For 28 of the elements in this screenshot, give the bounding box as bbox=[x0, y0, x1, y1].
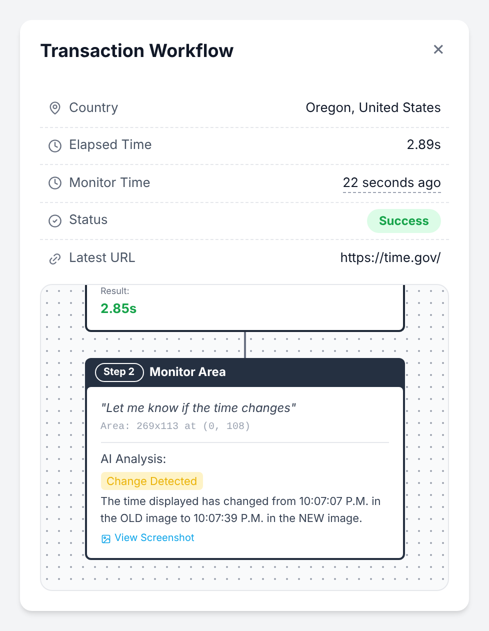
detail-label: Monitor Time bbox=[69, 174, 150, 192]
change-tag: Change Detected bbox=[100, 472, 204, 490]
detail-value: https://time.gov/ bbox=[340, 249, 441, 268]
view-screenshot-link[interactable]: View Screenshot bbox=[100, 531, 194, 546]
detail-label: Status bbox=[69, 211, 108, 230]
clock-icon bbox=[48, 138, 62, 153]
image-icon bbox=[100, 534, 110, 544]
result-value: 2.85s bbox=[100, 300, 138, 319]
result-label: Result: bbox=[100, 284, 130, 298]
dialog-title: Transaction Workflow bbox=[40, 40, 234, 64]
analysis-label: AI Analysis: bbox=[100, 450, 168, 468]
detail-label: Country bbox=[69, 98, 118, 118]
check-circle-icon bbox=[48, 214, 62, 228]
connector-line bbox=[244, 332, 246, 358]
step-title: Monitor Area bbox=[150, 363, 226, 381]
close-button[interactable]: × bbox=[432, 38, 445, 58]
detail-value: 22 seconds ago bbox=[342, 174, 441, 193]
step-prompt: "Let me know if the time changes" bbox=[100, 398, 298, 416]
location-pin-icon bbox=[48, 101, 62, 116]
step-badge: Step 2 bbox=[94, 362, 144, 382]
detail-value: 2.89s bbox=[406, 136, 441, 155]
detail-label: Elapsed Time bbox=[69, 136, 152, 155]
analysis-text: The time displayed has changed from 10:07:07 P.M. in the OLD image to 10:07:39 P.M. in the NEW image. bbox=[100, 493, 382, 527]
status-badge: Success bbox=[366, 208, 441, 233]
clock-icon bbox=[48, 176, 62, 190]
detail-value: Oregon, United States bbox=[306, 98, 441, 118]
detail-label: Latest URL bbox=[69, 249, 136, 268]
area-text: Area: 269x113 at (0, 108) bbox=[100, 420, 388, 442]
